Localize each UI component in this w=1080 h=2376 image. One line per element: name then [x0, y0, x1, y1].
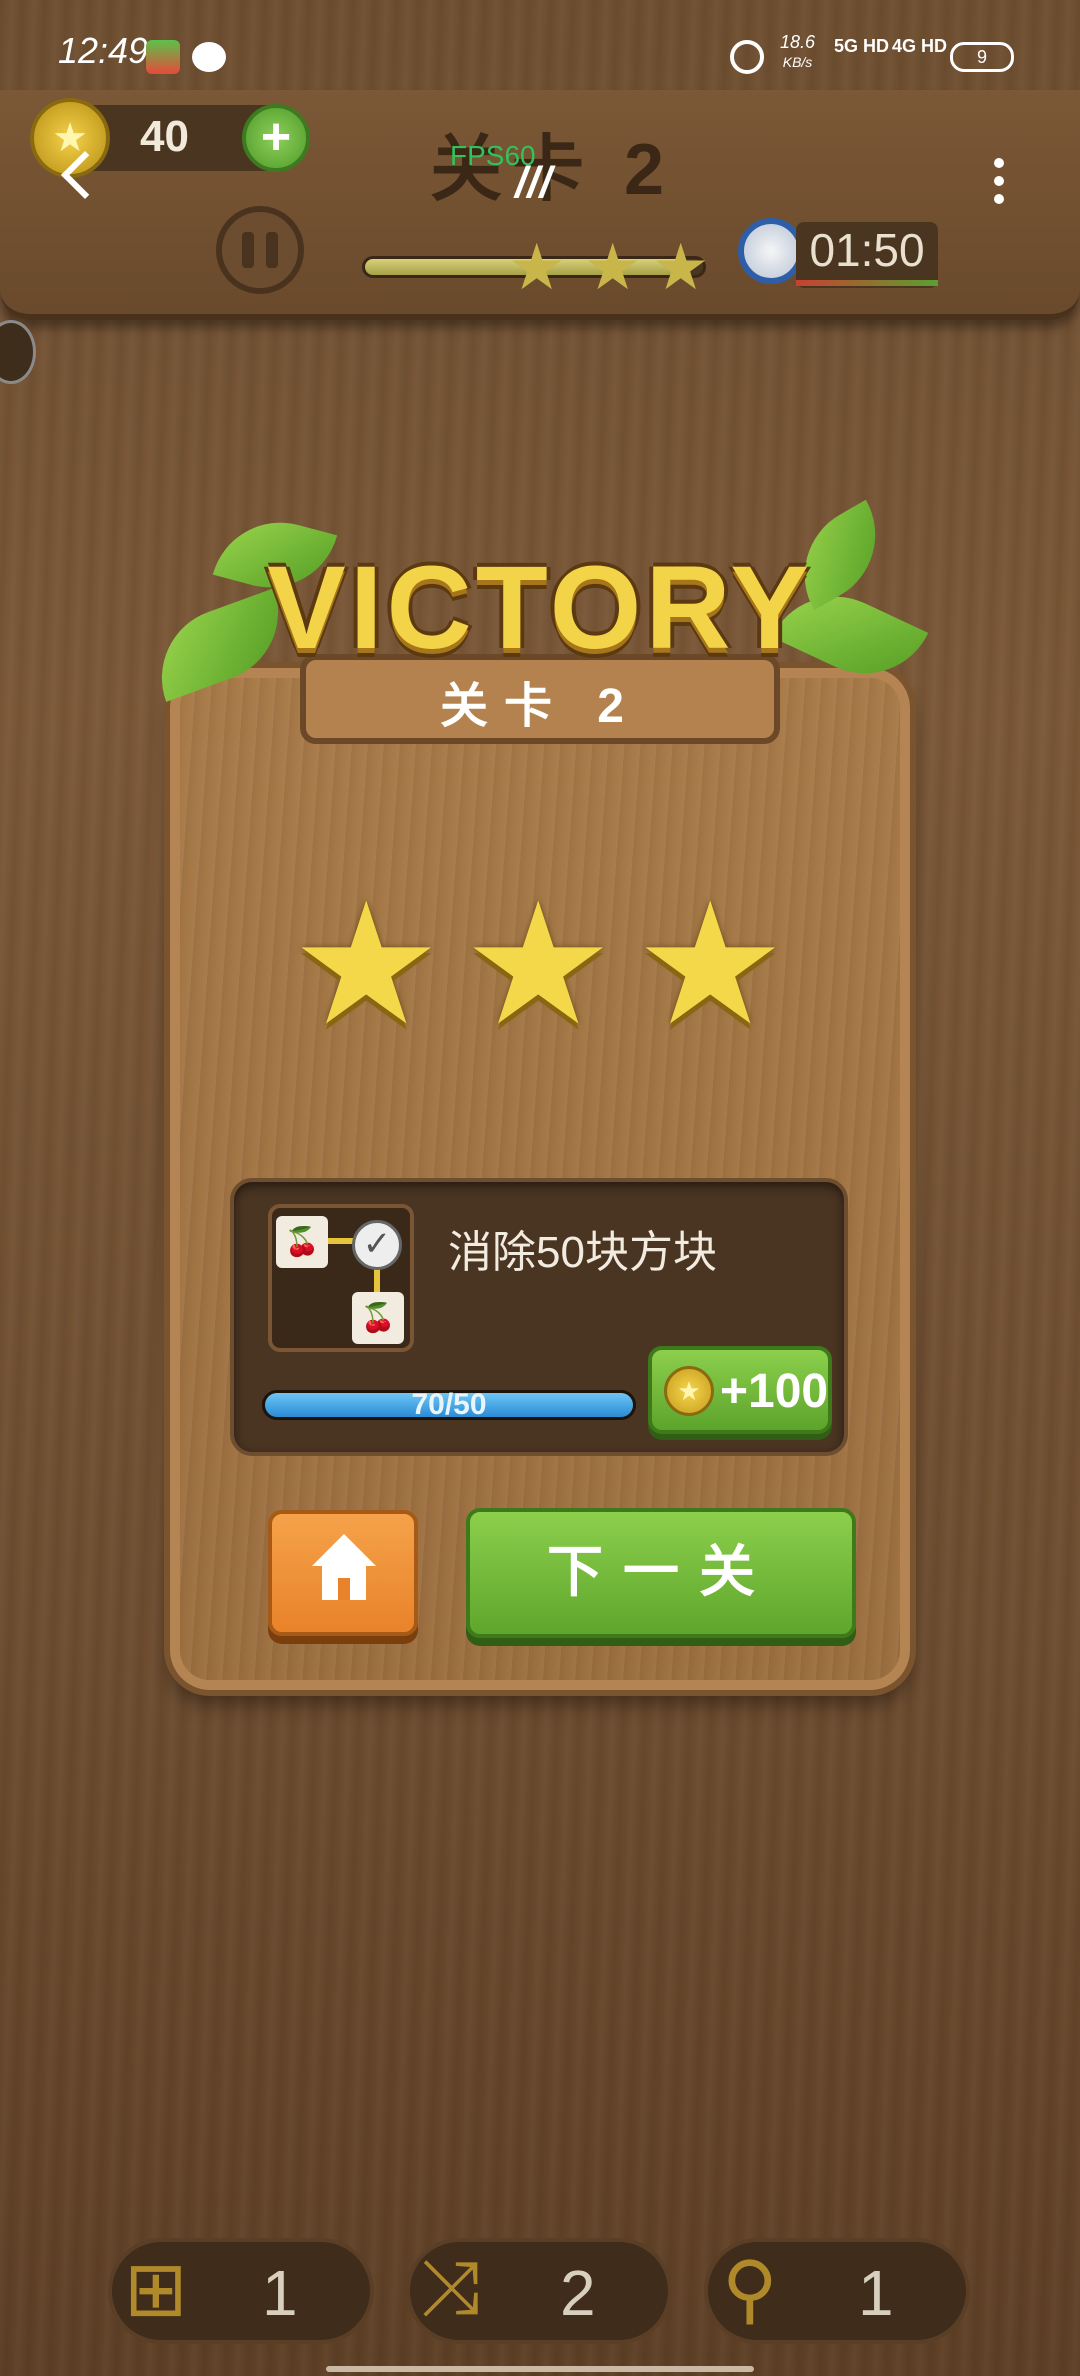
more-menu-icon[interactable] — [994, 158, 1006, 204]
hud-star-icon: ★ — [584, 231, 642, 303]
magnifier-icon: ⚲ — [722, 2247, 778, 2332]
mission-progress-text: 70/50 — [411, 1388, 487, 1421]
reward-amount: +100 — [720, 1365, 829, 1418]
timer-bar — [796, 280, 938, 286]
reward-button[interactable]: ★ +100 — [648, 1346, 832, 1434]
net-speed-value: 18.6 — [780, 32, 816, 52]
home-icon — [312, 1534, 376, 1604]
next-level-button[interactable]: 下一关 — [466, 1508, 856, 1638]
victory-title: VICTORY — [267, 542, 813, 674]
net-speed: 18.6 KB/s — [780, 32, 815, 72]
coin-icon: ★ — [664, 1366, 714, 1416]
mission-text: 消除50块方块 — [448, 1228, 717, 1277]
link-line — [328, 1238, 354, 1244]
hud-star-icon: ★ — [508, 231, 566, 303]
coin-count: 40 — [140, 112, 189, 161]
alarm-icon — [730, 40, 764, 74]
battery-icon: 9 — [950, 42, 1014, 72]
tool-hint-count: 1 — [262, 2257, 298, 2329]
signal-2: 4G HD — [892, 36, 948, 56]
star-icon: ★ — [290, 870, 443, 1060]
system-home-bar[interactable] — [326, 2366, 754, 2372]
timer: 01:50 — [796, 222, 938, 288]
net-speed-unit: KB/s — [782, 54, 813, 70]
tool-shuffle-count: 2 — [560, 2257, 596, 2329]
banner-level-label: 关卡 2 — [439, 680, 641, 733]
back-arrow-icon[interactable] — [58, 150, 98, 200]
app-notification-icon — [146, 40, 180, 74]
chat-notification-icon — [192, 42, 226, 72]
signal-1: 5G HD — [834, 36, 890, 56]
hud-star-icon: ★ — [652, 231, 710, 303]
drag-handle[interactable]: /// — [515, 158, 552, 208]
add-coins-button[interactable]: + — [242, 104, 310, 172]
cherry-tile-icon: 🍒 — [276, 1216, 328, 1268]
status-time: 12:49 — [58, 30, 149, 71]
pause-button[interactable] — [216, 206, 304, 294]
star-icon: ★ — [462, 870, 615, 1060]
hint-icon: ⊞ — [124, 2247, 188, 2332]
clock-icon — [738, 218, 804, 284]
check-icon: ✓ — [352, 1220, 402, 1270]
star-icon: ★ — [634, 870, 787, 1060]
tool-search-count: 1 — [858, 2257, 894, 2329]
cherry-tile-icon: 🍒 — [352, 1292, 404, 1344]
shuffle-icon: ⤨ — [420, 2245, 481, 2330]
side-bubble[interactable] — [0, 320, 36, 384]
